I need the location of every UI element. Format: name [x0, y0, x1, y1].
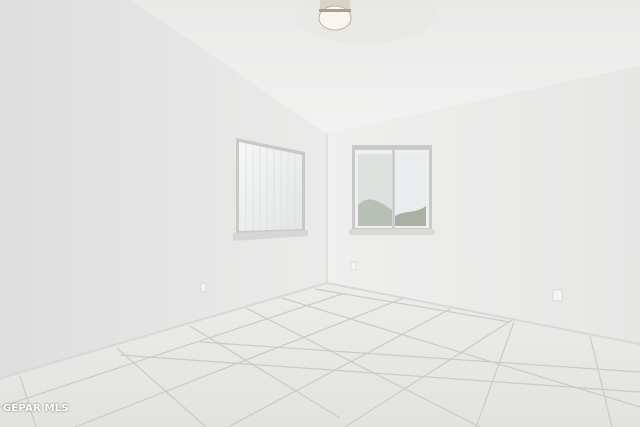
room-scene — [0, 0, 640, 427]
back-window — [349, 145, 435, 235]
wall-outlet-corner — [350, 261, 357, 271]
wall-outlet-left — [200, 282, 207, 293]
mls-watermark: GEPAR MLS — [3, 403, 69, 414]
wall-outlet-back — [552, 289, 563, 302]
room-photo: GEPAR MLS — [0, 0, 640, 427]
left-window — [233, 138, 308, 241]
